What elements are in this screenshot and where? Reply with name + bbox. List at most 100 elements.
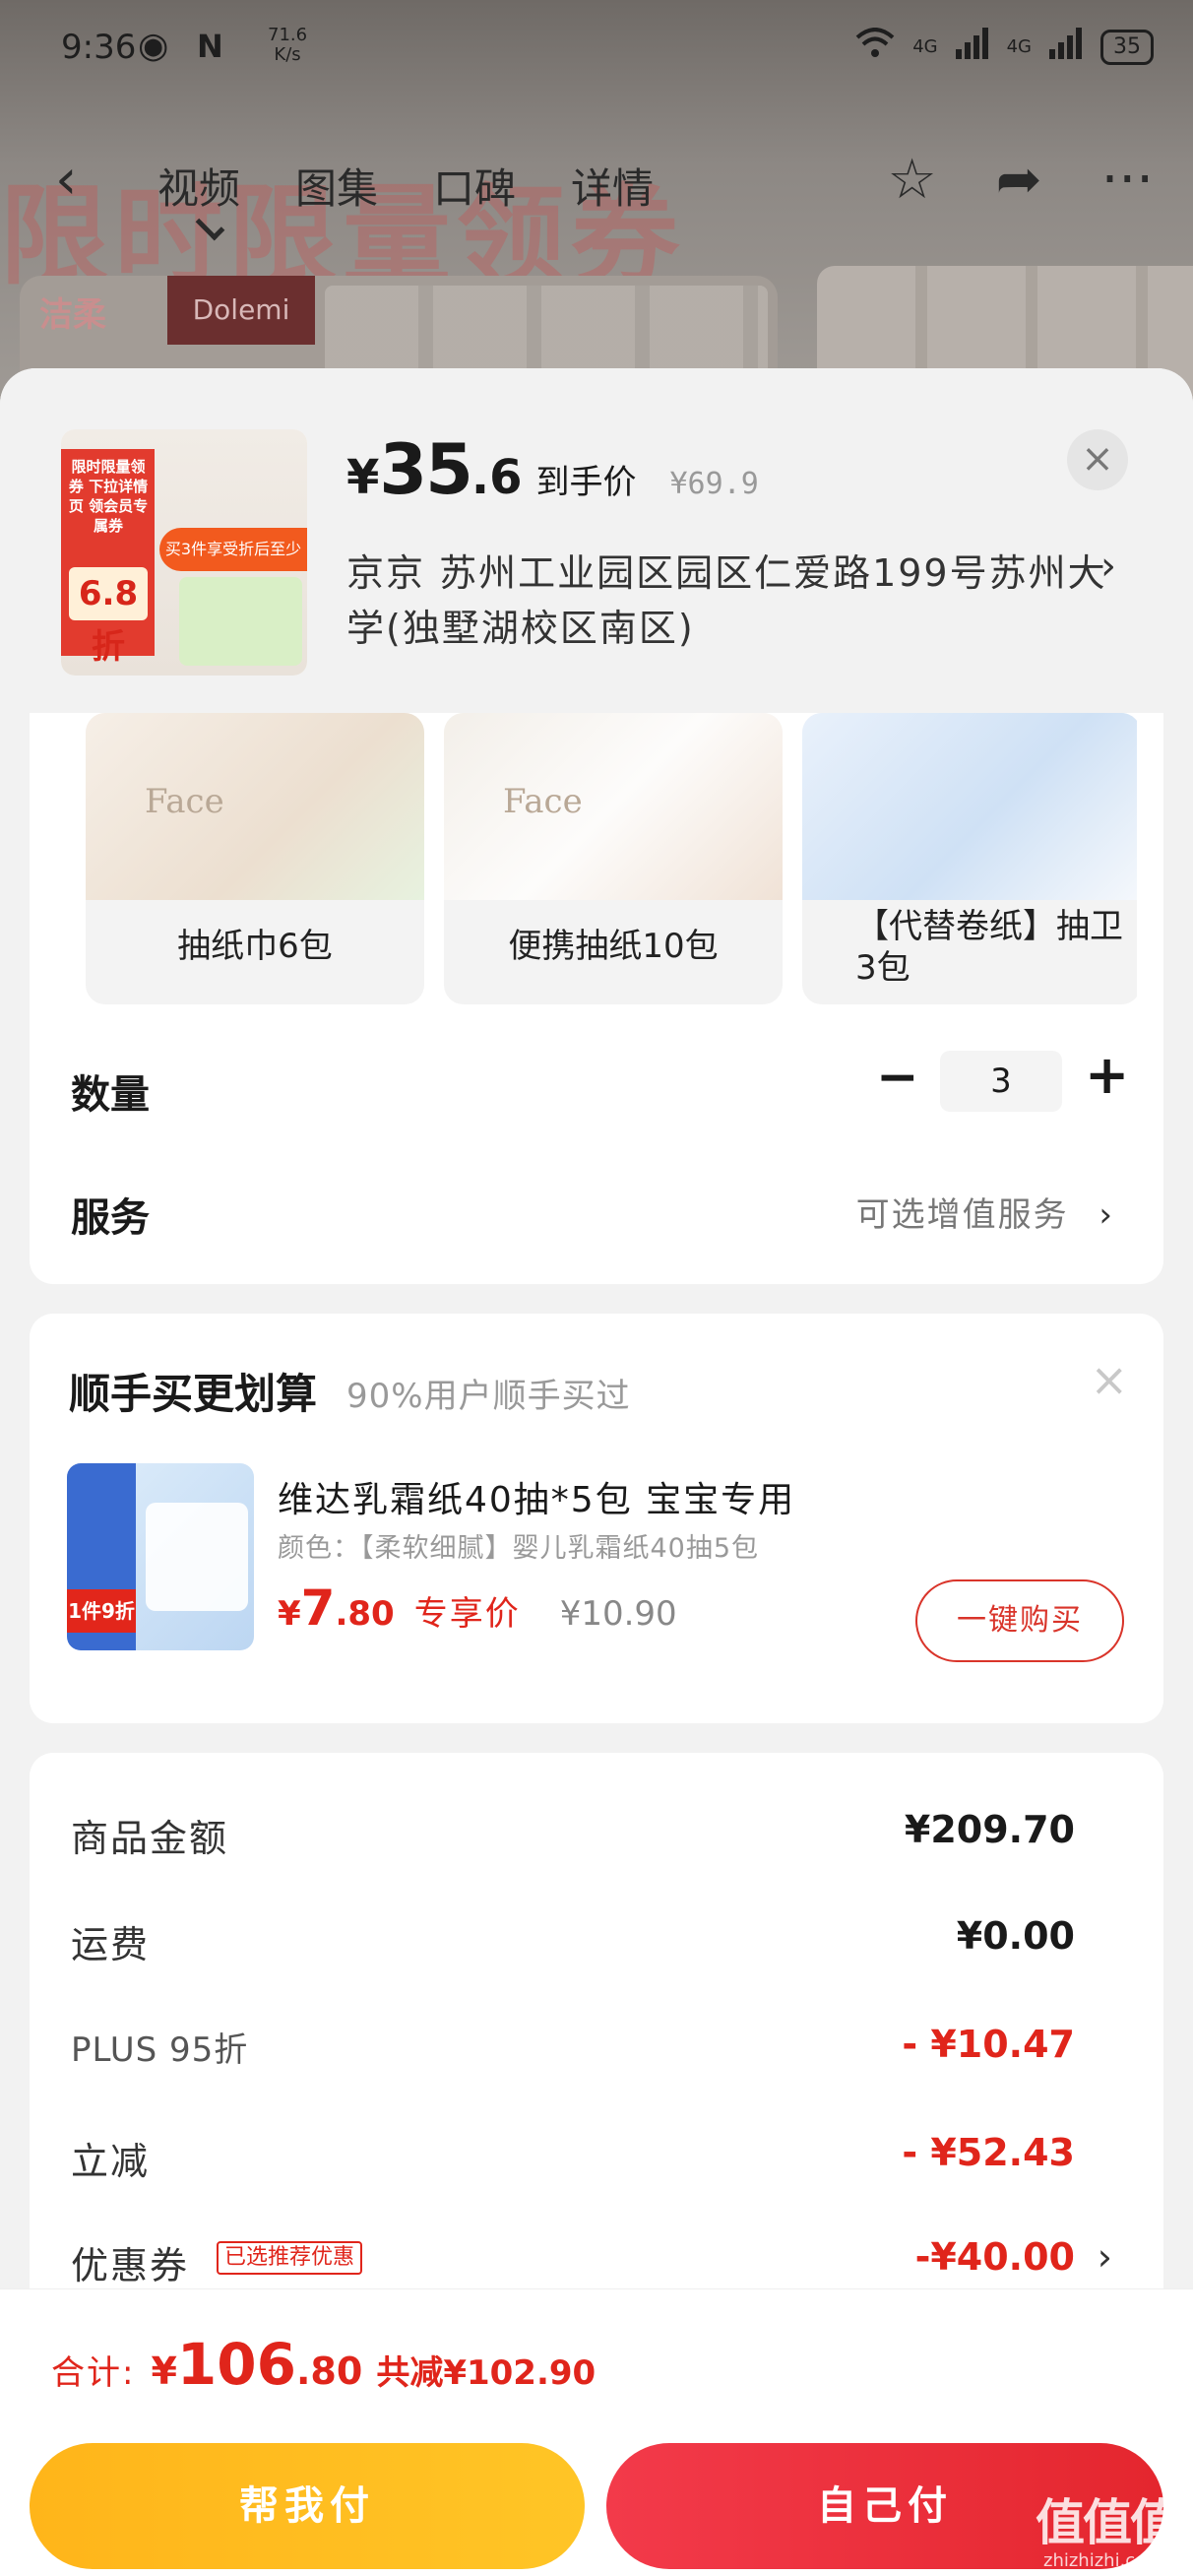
goods-amount-value: ¥209.70	[904, 1808, 1075, 1851]
nav-tabs: 视频 图集 口碑 详情	[157, 156, 654, 216]
signal-icon-2	[1049, 28, 1083, 66]
price-decimal: .6	[471, 450, 523, 505]
plus-discount-label: PLUS 95折	[71, 2030, 249, 2070]
one-click-buy-button[interactable]: 一键购买	[915, 1579, 1124, 1662]
price-integer: 35	[379, 429, 472, 510]
addon-product-name[interactable]: 维达乳霜纸40抽*5包 宝宝专用	[278, 1471, 795, 1522]
summary-row-coupon[interactable]: 优惠券 已选推荐优惠 -¥40.00 ›	[71, 2235, 1112, 2294]
spec-option-tissue-6[interactable]: Face 抽纸巾6包	[86, 713, 424, 1004]
service-selector[interactable]: 可选增值服务 ›	[856, 1188, 1114, 1236]
addon-price-decimal: .80	[335, 1594, 395, 1634]
product-thumbnail: 限时限量领券 下拉详情页 领会员专属券 6.8折 买3件享受折后至少47.4元	[61, 429, 307, 676]
shipping-value: ¥0.00	[956, 1914, 1075, 1958]
close-icon[interactable]: ×	[1090, 1353, 1128, 1406]
total-decimal: .80	[296, 2350, 363, 2393]
spec-image	[802, 713, 1137, 900]
background-page: 限时限量领券 洁柔 Dolemi 9:36 ◉ N 71.6 K/s 4G 4G…	[0, 0, 1193, 414]
tab-details[interactable]: 详情	[571, 156, 654, 216]
addon-price-row: ¥ 7 .80 专享价 ¥10.90	[278, 1579, 677, 1637]
status-time: 9:36	[61, 28, 137, 67]
wifi-icon	[855, 28, 895, 66]
price-symbol: ¥	[346, 450, 380, 505]
summary-row-goods: 商品金额 ¥209.70	[71, 1808, 1104, 1867]
signal-icon-1	[955, 28, 989, 66]
spec-label: 抽纸巾6包	[177, 927, 333, 966]
quantity-plus-button[interactable]: +	[1085, 1044, 1129, 1106]
more-icon[interactable]: ···	[1101, 148, 1154, 212]
share-icon[interactable]: ➦	[996, 148, 1042, 212]
total-row: 合计: ¥ 106 .80 共减¥102.90	[51, 2331, 596, 2398]
watermark-logo: 值值值	[1036, 2494, 1179, 2551]
thumbnail-discount: 6.8折	[69, 567, 148, 667]
addon-title: 顺手买更划算	[69, 1370, 318, 1418]
spec-option-portable-10[interactable]: Face 便携抽纸10包	[444, 713, 783, 1004]
eye-icon: ◉	[138, 26, 169, 66]
signal-label-2: 4G	[1006, 36, 1032, 57]
chevron-right-icon: ›	[1099, 1195, 1114, 1235]
thumbnail-promo: 买3件享受折后至少47.4元	[159, 528, 307, 602]
total-integer: 106	[176, 2331, 296, 2398]
service-value: 可选增值服务	[855, 1195, 1069, 1235]
background-brand-logo-2: Dolemi	[167, 276, 315, 345]
product-nav-bar: ‹ 视频 图集 口碑 详情 ☆ ➦ ···	[0, 138, 1193, 226]
thumbnail-tag-text: 限时限量领券 下拉详情页 领会员专属券	[68, 458, 149, 535]
plus-discount-value: - ¥10.47	[902, 2023, 1075, 2066]
network-speed: 71.6 K/s	[268, 26, 307, 65]
close-icon: ×	[1081, 436, 1114, 482]
spec-card: Face 抽纸巾6包 Face 便携抽纸10包 【代替卷纸】抽卫3包 数量 − …	[30, 664, 1163, 1284]
close-button[interactable]: ×	[1067, 429, 1128, 490]
spec-image-brand: Face	[503, 782, 583, 821]
addon-price-symbol: ¥	[278, 1594, 301, 1634]
checkout-sheet: Face 抽纸巾6包 Face 便携抽纸10包 【代替卷纸】抽卫3包 数量 − …	[0, 368, 1193, 2576]
spec-options: Face 抽纸巾6包 Face 便携抽纸10包 【代替卷纸】抽卫3包	[86, 713, 1137, 1004]
back-icon[interactable]: ‹	[55, 148, 77, 212]
status-bar: 9:36 ◉ N 71.6 K/s 4G 4G 35	[0, 0, 1193, 98]
quantity-label: 数量	[71, 1072, 150, 1118]
coupon-recommended-badge: 已选推荐优惠	[217, 2241, 363, 2275]
addon-card: 顺手买更划算 90%用户顺手买过 × 1件9折 维达乳霜纸40抽*5包 宝宝专用…	[30, 1314, 1163, 1723]
star-icon[interactable]: ☆	[887, 148, 936, 212]
thumbnail-badge: 1件9折	[67, 1589, 136, 1633]
price-label: 到手价	[535, 463, 637, 502]
summary-row-instant: 立减 - ¥52.43	[71, 2131, 1104, 2190]
background-brand-logo: 洁柔	[39, 295, 106, 335]
price-row: ¥ 35 .6 到手价 ¥69.9	[346, 429, 759, 510]
battery-icon: 35	[1100, 29, 1154, 65]
addon-subtitle: 90%用户顺手买过	[346, 1377, 631, 1416]
chevron-right-icon[interactable]: ›	[1098, 2235, 1112, 2279]
coupon-label: 优惠券	[71, 2244, 190, 2287]
addon-product-spec: 颜色：【柔软细腻】婴儿乳霜纸40抽5包	[278, 1533, 760, 1564]
original-price: ¥69.9	[669, 467, 759, 501]
help-me-pay-button[interactable]: 帮我付	[30, 2443, 585, 2569]
spec-option-roll-replacement[interactable]: 【代替卷纸】抽卫3包	[802, 713, 1137, 1004]
spec-image: Face	[86, 713, 424, 900]
signal-label-1: 4G	[912, 36, 938, 57]
shipping-label: 运费	[71, 1923, 151, 1966]
goods-amount-label: 商品金额	[71, 1817, 229, 1860]
nfc-icon: N	[197, 28, 223, 65]
tab-video[interactable]: 视频	[157, 156, 240, 216]
instant-discount-label: 立减	[71, 2140, 151, 2183]
addon-price-integer: 7	[300, 1579, 336, 1637]
spec-label: 【代替卷纸】抽卫3包	[855, 907, 1123, 988]
tab-gallery[interactable]: 图集	[295, 156, 378, 216]
spec-label: 便携抽纸10包	[508, 927, 719, 966]
watermark-url: zhizhizhi.com	[1043, 2550, 1163, 2571]
total-label: 合计:	[51, 2353, 136, 2393]
tab-reviews[interactable]: 口碑	[433, 156, 516, 216]
spec-image: Face	[444, 713, 783, 900]
addon-original-price: ¥10.90	[559, 1594, 677, 1634]
nav-icons: ☆ ➦ ···	[887, 148, 1154, 212]
quantity-input[interactable]: 3	[940, 1051, 1062, 1112]
summary-row-plus: PLUS 95折 - ¥10.47	[71, 2023, 1104, 2082]
network-speed-value: 71.6	[268, 25, 308, 45]
network-speed-unit: K/s	[274, 44, 301, 65]
addon-thumbnail[interactable]: 1件9折	[67, 1463, 254, 1650]
total-symbol: ¥	[151, 2350, 177, 2393]
thumbnail-pack	[179, 577, 302, 666]
delivery-address[interactable]: 京京 苏州工业园区园区仁爱路199号苏州大学(独墅湖校区南区)	[346, 546, 1124, 656]
service-label: 服务	[71, 1195, 150, 1241]
quantity-minus-button[interactable]: −	[876, 1048, 919, 1107]
thumbnail-pack	[146, 1503, 248, 1611]
chevron-right-icon[interactable]: ›	[1100, 544, 1116, 589]
